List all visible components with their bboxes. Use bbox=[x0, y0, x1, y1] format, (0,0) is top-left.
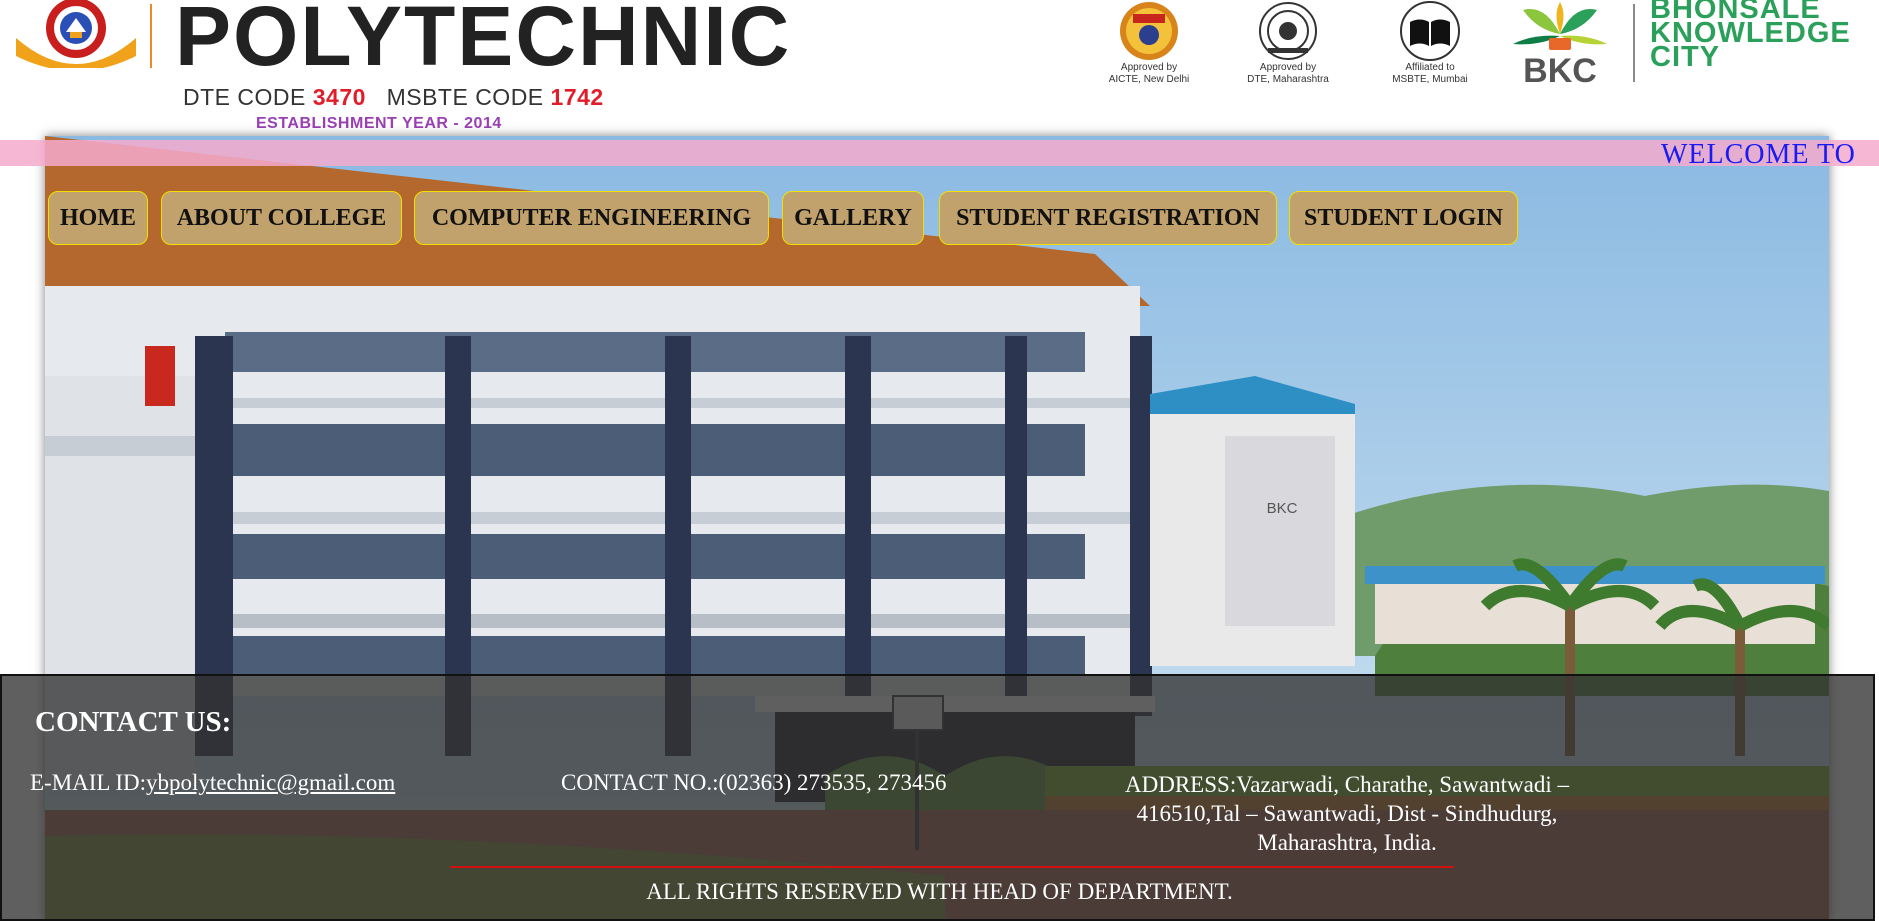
marquee-text: WELCOME TO bbox=[1661, 140, 1856, 167]
footer-divider bbox=[450, 866, 1454, 868]
msbte-caption-line1: Affiliated to bbox=[1405, 62, 1455, 73]
contact-heading: CONTACT US: bbox=[35, 706, 232, 738]
dte-caption-line1: Approved by bbox=[1259, 62, 1317, 73]
dte-caption-line2: DTE, Maharashtra bbox=[1247, 74, 1329, 85]
copyright-notice: ALL RIGHTS RESERVED WITH HEAD OF DEPARTM… bbox=[646, 879, 1233, 904]
nav-home[interactable]: HOME bbox=[48, 191, 148, 245]
title-divider bbox=[150, 4, 152, 68]
dte-code-value: 3470 bbox=[312, 84, 366, 110]
dte-code-label: DTE CODE bbox=[183, 84, 306, 110]
msbte-code-label: MSBTE CODE bbox=[386, 84, 544, 110]
phone-block: CONTACT NO.:(02363) 273535, 273456 bbox=[561, 770, 947, 796]
nav-student-registration[interactable]: STUDENT REGISTRATION bbox=[939, 191, 1277, 245]
aicte-logo-icon bbox=[1120, 2, 1178, 60]
email-link[interactable]: ybpolytechnic@gmail.com bbox=[146, 770, 395, 795]
contact-footer: CONTACT US: E-MAIL ID:ybpolytechnic@gmai… bbox=[0, 674, 1875, 921]
msbte-code-value: 1742 bbox=[550, 84, 604, 110]
aicte-affiliation: Approved by AICTE, New Delhi bbox=[1089, 0, 1209, 86]
aicte-caption-line1: Approved by bbox=[1120, 62, 1178, 73]
bkc-logo-text: BKC bbox=[1523, 52, 1597, 88]
brand-name: BHONSALE KNOWLEDGE CITY bbox=[1650, 0, 1851, 73]
welcome-marquee: WELCOME TO bbox=[0, 140, 1879, 166]
address-label: ADDRESS: bbox=[1125, 772, 1237, 797]
nav-gallery[interactable]: GALLERY bbox=[782, 191, 924, 245]
nav-student-login[interactable]: STUDENT LOGIN bbox=[1289, 191, 1518, 245]
address-block: ADDRESS:Vazarwadi, Charathe, Sawantwadi … bbox=[1097, 770, 1597, 857]
email-label: E-MAIL ID: bbox=[30, 770, 147, 795]
establishment-year: ESTABLISHMENT YEAR - 2014 bbox=[256, 115, 502, 132]
phone-label: CONTACT NO.: bbox=[561, 770, 719, 795]
college-seal-logo bbox=[16, 0, 136, 68]
msbte-logo-icon bbox=[1400, 1, 1460, 61]
msbte-affiliation: Affiliated to MSBTE, Mumbai bbox=[1370, 0, 1490, 86]
brand-divider bbox=[1633, 4, 1635, 82]
tower-sign-text: BKC bbox=[1267, 500, 1298, 517]
nav-computer-engineering[interactable]: COMPUTER ENGINEERING bbox=[414, 191, 769, 245]
college-title: POLYTECHNIC bbox=[175, 0, 792, 83]
aicte-caption-line2: AICTE, New Delhi bbox=[1108, 74, 1190, 85]
email-block: E-MAIL ID:ybpolytechnic@gmail.com bbox=[30, 770, 395, 796]
bkc-logo: BKC bbox=[1513, 2, 1607, 88]
dte-affiliation: Approved by DTE, Maharashtra bbox=[1228, 0, 1348, 86]
institution-codes: DTE CODE 3470 MSBTE CODE 1742 bbox=[183, 84, 604, 111]
dte-logo-icon bbox=[1259, 2, 1317, 60]
site-header: POLYTECHNIC DTE CODE 3470 MSBTE CODE 174… bbox=[0, 0, 1879, 136]
nav-about-college[interactable]: ABOUT COLLEGE bbox=[161, 191, 402, 245]
phone-value: (02363) 273535, 273456 bbox=[718, 770, 947, 795]
msbte-caption-line2: MSBTE, Mumbai bbox=[1392, 74, 1468, 85]
